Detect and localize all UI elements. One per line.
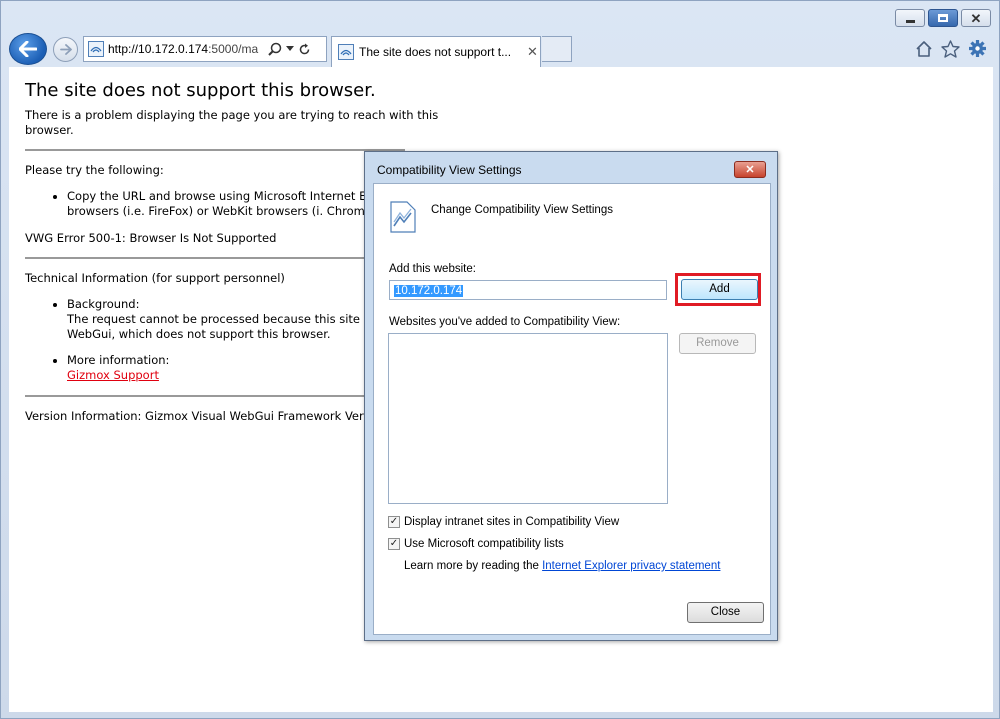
search-icon[interactable] (268, 42, 282, 56)
window-caption-buttons: ✕ (895, 9, 991, 27)
divider (25, 395, 405, 397)
tab-close-icon[interactable]: ✕ (527, 44, 538, 60)
page-title: The site does not support this browser. (25, 80, 376, 101)
dropdown-chevron-icon[interactable] (286, 46, 294, 52)
minimize-button[interactable] (895, 9, 925, 27)
back-arrow-icon (19, 41, 37, 57)
close-window-button[interactable]: ✕ (961, 9, 991, 27)
toolbar-right (915, 39, 987, 58)
dialog-close-button[interactable]: ✕ (734, 161, 766, 178)
close-icon: ✕ (745, 164, 755, 176)
refresh-icon[interactable] (298, 43, 311, 56)
back-button[interactable] (9, 33, 47, 65)
compatibility-view-dialog: Compatibility View Settings ✕ Change Com… (364, 151, 778, 641)
star-icon[interactable] (941, 39, 960, 58)
gizmox-support-link[interactable]: Gizmox Support (67, 368, 159, 382)
learn-more-prefix: Learn more by reading the (404, 560, 543, 572)
new-tab-button[interactable] (542, 36, 572, 62)
intranet-checkbox-row[interactable]: ✓ Display intranet sites in Compatibilit… (388, 516, 619, 528)
maximize-button[interactable] (928, 9, 958, 27)
tab-title: The site does not support t... (359, 45, 512, 59)
divider (25, 257, 405, 259)
home-icon[interactable] (915, 40, 933, 58)
add-button[interactable]: Add (681, 279, 758, 300)
address-tools (268, 42, 311, 56)
ms-lists-checkbox[interactable]: ✓ (388, 538, 400, 550)
tab-active[interactable]: The site does not support t... ✕ (331, 36, 541, 67)
gear-icon[interactable] (968, 39, 987, 58)
remove-button[interactable]: Remove (679, 333, 756, 354)
maximize-icon (938, 14, 948, 22)
address-bar[interactable]: http://10.172.0.174:5000/ma (83, 36, 327, 62)
url-path: :5000/ma (208, 42, 259, 56)
forward-arrow-icon (59, 44, 72, 55)
background-text: The request cannot be processed because … (67, 312, 411, 341)
minimize-icon (905, 19, 915, 23)
add-website-input[interactable]: 10.172.0.174 (389, 280, 667, 300)
learn-more-text: Learn more by reading the Internet Explo… (404, 560, 720, 572)
address-url[interactable]: http://10.172.0.174:5000/ma (108, 42, 264, 56)
add-website-label: Add this website: (389, 263, 476, 275)
background-label: Background: (67, 297, 140, 311)
forward-button[interactable] (53, 37, 78, 62)
added-sites-list[interactable] (388, 333, 668, 504)
dialog-heading: Change Compatibility View Settings (431, 204, 613, 216)
url-host: http://10.172.0.174 (108, 42, 209, 56)
close-button[interactable]: Close (687, 602, 764, 623)
intro-text: There is a problem displaying the page y… (25, 108, 439, 137)
add-button-highlight: Add (675, 273, 761, 306)
intranet-checkbox[interactable]: ✓ (388, 516, 400, 528)
site-favicon-icon (88, 41, 104, 57)
more-info-label: More information: (67, 353, 170, 367)
compatibility-view-icon (390, 201, 416, 233)
navigation-bar: http://10.172.0.174:5000/ma The site doe… (9, 31, 993, 67)
ms-lists-checkbox-label: Use Microsoft compatibility lists (404, 538, 564, 550)
divider (25, 149, 405, 151)
dialog-title: Compatibility View Settings (377, 163, 522, 177)
intranet-checkbox-label: Display intranet sites in Compatibility … (404, 516, 620, 528)
tab-favicon-icon (338, 44, 354, 60)
ms-lists-checkbox-row[interactable]: ✓ Use Microsoft compatibility lists (388, 538, 564, 550)
add-website-value: 10.172.0.174 (394, 285, 464, 297)
dialog-body: Change Compatibility View Settings Add t… (373, 183, 771, 635)
privacy-statement-link[interactable]: Internet Explorer privacy statement (542, 560, 720, 572)
added-sites-label: Websites you've added to Compatibility V… (389, 316, 621, 328)
close-icon: ✕ (970, 10, 982, 26)
